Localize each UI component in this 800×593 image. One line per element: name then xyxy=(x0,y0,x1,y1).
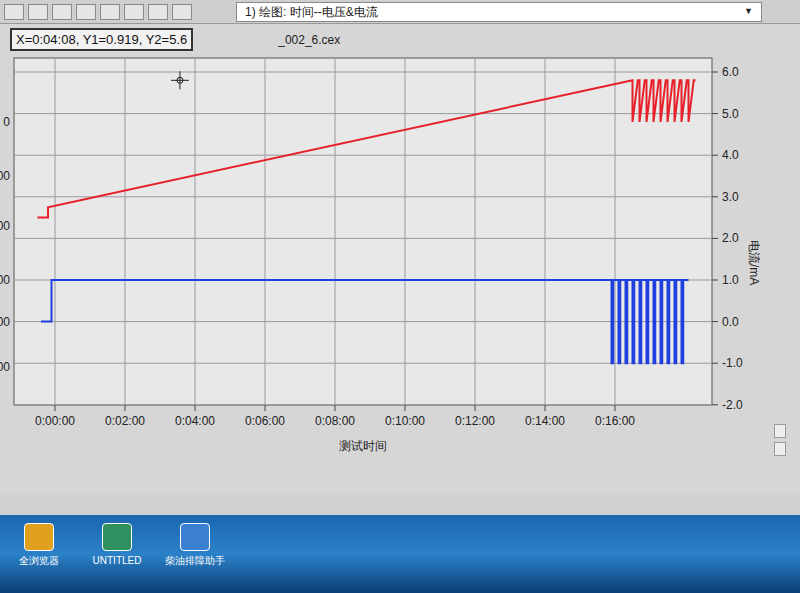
toolbar-button-icon[interactable] xyxy=(76,4,96,20)
plot-select[interactable]: 1) 绘图: 时间--电压&电流 ▼ xyxy=(236,2,762,22)
x-axis-tick: 0:14:00 xyxy=(525,414,565,428)
left-axis-tick: 0 xyxy=(3,115,10,129)
grid-line xyxy=(14,363,712,364)
left-axis-tick: 000 xyxy=(0,273,10,287)
tick-mark xyxy=(712,196,718,197)
grid-line xyxy=(14,196,712,197)
chart-header: X=0:04:08, Y1=0.919, Y2=5.6 _002_6.cex xyxy=(0,24,770,55)
grid-line xyxy=(14,72,712,73)
x-axis-tick: 0:06:00 xyxy=(245,414,285,428)
main-area: X=0:04:08, Y1=0.919, Y2=5.6_002_6.cex000… xyxy=(0,24,800,495)
x-axis-tick: 0:12:00 xyxy=(455,414,495,428)
toolbar-button-icon[interactable] xyxy=(148,4,168,20)
grid-line xyxy=(55,58,56,405)
left-axis-tick: 00 xyxy=(0,169,10,183)
file-name: _002_6.cex xyxy=(278,31,340,49)
grid-line xyxy=(195,58,196,405)
toolbar-button-icon[interactable] xyxy=(124,4,144,20)
x-axis-tick: 0:08:00 xyxy=(315,414,355,428)
series-line xyxy=(41,280,689,363)
desktop-icon[interactable]: UNTITLED xyxy=(86,523,148,567)
toolbar-button-icon[interactable] xyxy=(172,4,192,20)
toolbar-button-icon[interactable] xyxy=(4,4,24,20)
tick-mark xyxy=(712,404,718,405)
tick-mark xyxy=(545,405,546,411)
desktop-icon-label: 全浏览器 xyxy=(19,555,59,567)
tick-mark xyxy=(615,405,616,411)
tick-mark xyxy=(475,405,476,411)
x-axis-tick: 0:04:00 xyxy=(175,414,215,428)
grid-line xyxy=(265,58,266,405)
tick-mark xyxy=(712,280,718,281)
app-icon xyxy=(102,523,132,551)
tick-mark xyxy=(712,321,718,322)
right-axis-tick: -1.0 xyxy=(722,356,743,370)
right-axis-tick: 3.0 xyxy=(722,190,739,204)
grid-line xyxy=(405,58,406,405)
tick-mark xyxy=(712,72,718,73)
left-axis-tick: -2.000 xyxy=(0,360,10,374)
x-axis-title: 测试时间 xyxy=(339,439,387,453)
tick-mark xyxy=(265,405,266,411)
screen: 1) 绘图: 时间--电压&电流 ▼ X=0:04:08, Y1=0.919, Y2… xyxy=(0,0,800,593)
right-axis-tick: -2.0 xyxy=(722,398,743,412)
plot-select-value: 1) 绘图: 时间--电压&电流 xyxy=(245,3,378,21)
tick-mark xyxy=(405,405,406,411)
scroll-button[interactable] xyxy=(774,442,786,456)
grid-line xyxy=(14,404,712,405)
right-axis-tick: 6.0 xyxy=(722,65,739,79)
left-axis-tick: 500 xyxy=(0,219,10,233)
grid-line xyxy=(335,58,336,405)
grid-line xyxy=(615,58,616,405)
toolbar-button-icon[interactable] xyxy=(28,4,48,20)
grid-line xyxy=(14,321,712,322)
tick-mark xyxy=(195,405,196,411)
toolbar: 1) 绘图: 时间--电压&电流 ▼ xyxy=(0,0,800,24)
grid-line xyxy=(475,58,476,405)
app-icon xyxy=(24,523,54,551)
right-axis-tick: 5.0 xyxy=(722,107,739,121)
toolbar-button-icon[interactable] xyxy=(52,4,72,20)
desktop-icon-label: UNTITLED xyxy=(93,555,142,567)
right-axis-tick: 2.0 xyxy=(722,231,739,245)
app-icon xyxy=(180,523,210,551)
x-axis-tick: 0:02:00 xyxy=(105,414,145,428)
plot-area xyxy=(14,58,712,405)
dropdown-arrow-icon: ▼ xyxy=(744,5,753,19)
tick-mark xyxy=(712,363,718,364)
toolbar-button-icon[interactable] xyxy=(100,4,120,20)
tick-mark xyxy=(712,155,718,156)
right-axis-tick: 4.0 xyxy=(722,148,739,162)
tick-mark xyxy=(712,113,718,114)
grid-line xyxy=(14,155,712,156)
tick-mark xyxy=(335,405,336,411)
scroll-strip xyxy=(770,24,800,495)
x-axis-tick: 0:10:00 xyxy=(385,414,425,428)
cursor-icon xyxy=(171,71,189,89)
right-axis-tick: 0.0 xyxy=(722,315,739,329)
right-axis-title: 电流/mA xyxy=(747,240,761,285)
scroll-button[interactable] xyxy=(774,424,786,438)
chart: 0005000001.500-2.0006.05.04.03.02.01.00.… xyxy=(0,55,770,495)
tick-mark xyxy=(712,238,718,239)
grid-line xyxy=(545,58,546,405)
grid-line xyxy=(125,58,126,405)
desktop-icon[interactable]: 柴油排障助手 xyxy=(164,523,226,567)
cursor-readout: X=0:04:08, Y1=0.919, Y2=5.6 xyxy=(10,28,193,52)
grid-line xyxy=(14,113,712,114)
x-axis-tick: 0:16:00 xyxy=(595,414,635,428)
desktop-icon-label: 柴油排障助手 xyxy=(165,555,225,567)
tick-mark xyxy=(55,405,56,411)
left-axis-tick: 1.500 xyxy=(0,315,10,329)
grid-line xyxy=(14,238,712,239)
x-axis-tick: 0:00:00 xyxy=(35,414,75,428)
desktop-icon[interactable]: 全浏览器 xyxy=(8,523,70,567)
tick-mark xyxy=(125,405,126,411)
desktop: 全浏览器 UNTITLED 柴油排障助手 xyxy=(0,515,800,593)
right-axis-tick: 1.0 xyxy=(722,273,739,287)
series-line xyxy=(38,80,696,217)
